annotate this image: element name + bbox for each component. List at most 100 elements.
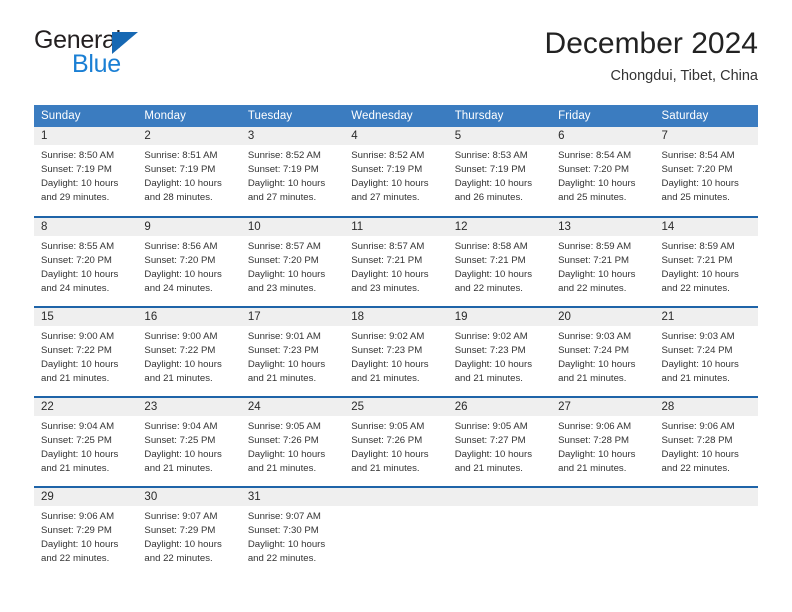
sunset-text: Sunset: 7:21 PM: [558, 255, 630, 267]
day-cell[interactable]: 11 Sunrise: 8:57 AM Sunset: 7:21 PM Dayl…: [344, 216, 448, 307]
day-details: Sunrise: 9:03 AM Sunset: 7:24 PM Dayligh…: [655, 326, 758, 386]
daylight-text-line1: Daylight: 10 hours: [454, 359, 533, 371]
page-title: December 2024: [544, 27, 758, 60]
page-header: General Blue December 2024 Chongdui, Tib…: [34, 27, 758, 94]
daylight-text-line2: and 21 minutes.: [558, 373, 627, 385]
daylight-text-line2: and 24 minutes.: [144, 283, 213, 295]
sunrise-text: Sunrise: 8:57 AM: [247, 241, 321, 252]
day-cell[interactable]: 15 Sunrise: 9:00 AM Sunset: 7:22 PM Dayl…: [34, 306, 138, 397]
day-cell[interactable]: 4 Sunrise: 8:52 AM Sunset: 7:19 PM Dayli…: [344, 127, 448, 217]
daylight-text-line1: Daylight: 10 hours: [41, 449, 119, 461]
day-cell[interactable]: 24 Sunrise: 9:05 AM Sunset: 7:26 PM Dayl…: [240, 396, 345, 487]
day-cell[interactable]: 1 Sunrise: 8:50 AM Sunset: 7:19 PM Dayli…: [34, 127, 138, 217]
day-cell[interactable]: 2 Sunrise: 8:51 AM Sunset: 7:19 PM Dayli…: [137, 127, 241, 217]
daylight-text-line2: and 21 minutes.: [247, 463, 317, 475]
day-cell[interactable]: 14 Sunrise: 8:59 AM Sunset: 7:21 PM Dayl…: [654, 216, 758, 307]
day-cell[interactable]: 23 Sunrise: 9:04 AM Sunset: 7:25 PM Dayl…: [137, 396, 241, 487]
day-cell[interactable]: 30 Sunrise: 9:07 AM Sunset: 7:29 PM Dayl…: [137, 486, 241, 577]
day-cell[interactable]: 5 Sunrise: 8:53 AM Sunset: 7:19 PM Dayli…: [447, 127, 552, 217]
day-cell[interactable]: 22 Sunrise: 9:04 AM Sunset: 7:25 PM Dayl…: [34, 396, 138, 487]
week-row: 29 Sunrise: 9:06 AM Sunset: 7:29 PM Dayl…: [34, 486, 758, 577]
sunset-text: Sunset: 7:30 PM: [247, 525, 319, 537]
daylight-text-line1: Daylight: 10 hours: [41, 269, 119, 281]
day-details: Sunrise: 9:01 AM Sunset: 7:23 PM Dayligh…: [241, 326, 344, 386]
day-cell[interactable]: 25 Sunrise: 9:05 AM Sunset: 7:26 PM Dayl…: [344, 396, 448, 487]
sunrise-text: Sunrise: 9:01 AM: [247, 331, 321, 342]
sunrise-text: Sunrise: 9:02 AM: [454, 331, 528, 342]
daylight-text-line1: Daylight: 10 hours: [351, 449, 429, 461]
day-number: 4: [344, 127, 448, 145]
sunset-text: Sunset: 7:19 PM: [41, 164, 112, 176]
day-cell[interactable]: 27 Sunrise: 9:06 AM Sunset: 7:28 PM Dayl…: [551, 396, 655, 487]
day-cell[interactable]: 13 Sunrise: 8:59 AM Sunset: 7:21 PM Dayl…: [551, 216, 655, 307]
daylight-text-line1: Daylight: 10 hours: [351, 178, 429, 190]
day-number: 9: [137, 218, 241, 236]
day-cell[interactable]: 26 Sunrise: 9:05 AM Sunset: 7:27 PM Dayl…: [447, 396, 552, 487]
day-cell[interactable]: 18 Sunrise: 9:02 AM Sunset: 7:23 PM Dayl…: [344, 306, 448, 397]
day-details: Sunrise: 8:50 AM Sunset: 7:19 PM Dayligh…: [34, 145, 137, 205]
day-cell[interactable]: 16 Sunrise: 9:00 AM Sunset: 7:22 PM Dayl…: [137, 306, 241, 397]
day-cell[interactable]: 19 Sunrise: 9:02 AM Sunset: 7:23 PM Dayl…: [447, 306, 552, 397]
day-details: Sunrise: 9:00 AM Sunset: 7:22 PM Dayligh…: [34, 326, 137, 386]
day-number: 25: [344, 398, 448, 416]
day-cell[interactable]: 3 Sunrise: 8:52 AM Sunset: 7:19 PM Dayli…: [240, 127, 345, 217]
daylight-text-line2: and 21 minutes.: [247, 373, 317, 385]
weekday-header-saturday: Saturday: [654, 105, 758, 127]
day-number: 1: [34, 127, 138, 145]
daylight-text-line2: and 21 minutes.: [558, 463, 627, 475]
day-details: Sunrise: 9:05 AM Sunset: 7:26 PM Dayligh…: [241, 416, 344, 476]
day-cell[interactable]: 20 Sunrise: 9:03 AM Sunset: 7:24 PM Dayl…: [551, 306, 655, 397]
daylight-text-line2: and 22 minutes.: [661, 463, 730, 475]
day-number: 29: [34, 488, 138, 506]
day-number: 7: [654, 127, 758, 145]
day-cell[interactable]: 17 Sunrise: 9:01 AM Sunset: 7:23 PM Dayl…: [240, 306, 345, 397]
daylight-text-line2: and 21 minutes.: [351, 463, 420, 475]
day-details: Sunrise: 9:07 AM Sunset: 7:30 PM Dayligh…: [241, 506, 344, 566]
day-cell[interactable]: 8 Sunrise: 8:55 AM Sunset: 7:20 PM Dayli…: [34, 216, 138, 307]
daylight-text-line1: Daylight: 10 hours: [454, 449, 533, 461]
sunset-text: Sunset: 7:23 PM: [247, 345, 319, 357]
day-number: 27: [551, 398, 655, 416]
sunrise-text: Sunrise: 9:06 AM: [558, 421, 632, 432]
sunset-text: Sunset: 7:24 PM: [558, 345, 630, 357]
daylight-text-line2: and 27 minutes.: [247, 192, 317, 204]
page-subtitle: Chongdui, Tibet, China: [610, 68, 758, 84]
sunrise-text: Sunrise: 9:04 AM: [144, 421, 218, 432]
day-cell-empty: [654, 486, 758, 577]
sunset-text: Sunset: 7:23 PM: [454, 345, 526, 357]
day-cell[interactable]: 28 Sunrise: 9:06 AM Sunset: 7:28 PM Dayl…: [654, 396, 758, 487]
day-cell[interactable]: 7 Sunrise: 8:54 AM Sunset: 7:20 PM Dayli…: [654, 127, 758, 217]
day-number: 11: [344, 218, 448, 236]
weekday-header-tuesday: Tuesday: [240, 105, 345, 127]
daylight-text-line2: and 21 minutes.: [454, 373, 523, 385]
daylight-text-line2: and 24 minutes.: [41, 283, 110, 295]
daylight-text-line1: Daylight: 10 hours: [247, 269, 326, 281]
day-details: Sunrise: 9:06 AM Sunset: 7:29 PM Dayligh…: [34, 506, 137, 566]
day-number: 6: [551, 127, 655, 145]
day-cell[interactable]: 21 Sunrise: 9:03 AM Sunset: 7:24 PM Dayl…: [654, 306, 758, 397]
day-number: 14: [654, 218, 758, 236]
sunset-text: Sunset: 7:25 PM: [144, 435, 216, 447]
daylight-text-line1: Daylight: 10 hours: [454, 269, 533, 281]
sunset-text: Sunset: 7:22 PM: [41, 345, 112, 357]
sunrise-text: Sunrise: 9:03 AM: [558, 331, 632, 342]
sunset-text: Sunset: 7:19 PM: [247, 164, 319, 176]
day-number: 2: [137, 127, 241, 145]
sunset-text: Sunset: 7:19 PM: [454, 164, 526, 176]
daylight-text-line2: and 22 minutes.: [454, 283, 523, 295]
daylight-text-line2: and 22 minutes.: [661, 283, 730, 295]
daylight-text-line1: Daylight: 10 hours: [247, 539, 326, 551]
day-cell[interactable]: 6 Sunrise: 8:54 AM Sunset: 7:20 PM Dayli…: [551, 127, 655, 217]
day-cell[interactable]: 29 Sunrise: 9:06 AM Sunset: 7:29 PM Dayl…: [34, 486, 138, 577]
day-cell[interactable]: 10 Sunrise: 8:57 AM Sunset: 7:20 PM Dayl…: [240, 216, 345, 307]
day-cell[interactable]: 12 Sunrise: 8:58 AM Sunset: 7:21 PM Dayl…: [447, 216, 552, 307]
day-details: Sunrise: 8:59 AM Sunset: 7:21 PM Dayligh…: [655, 236, 758, 296]
day-cell[interactable]: 9 Sunrise: 8:56 AM Sunset: 7:20 PM Dayli…: [137, 216, 241, 307]
sunrise-text: Sunrise: 9:00 AM: [41, 331, 115, 342]
daylight-text-line1: Daylight: 10 hours: [247, 178, 326, 190]
daylight-text-line2: and 22 minutes.: [144, 553, 213, 565]
daylight-text-line1: Daylight: 10 hours: [247, 359, 326, 371]
sunrise-text: Sunrise: 9:06 AM: [41, 511, 115, 522]
day-cell[interactable]: 31 Sunrise: 9:07 AM Sunset: 7:30 PM Dayl…: [240, 486, 345, 577]
sunset-text: Sunset: 7:29 PM: [144, 525, 216, 537]
